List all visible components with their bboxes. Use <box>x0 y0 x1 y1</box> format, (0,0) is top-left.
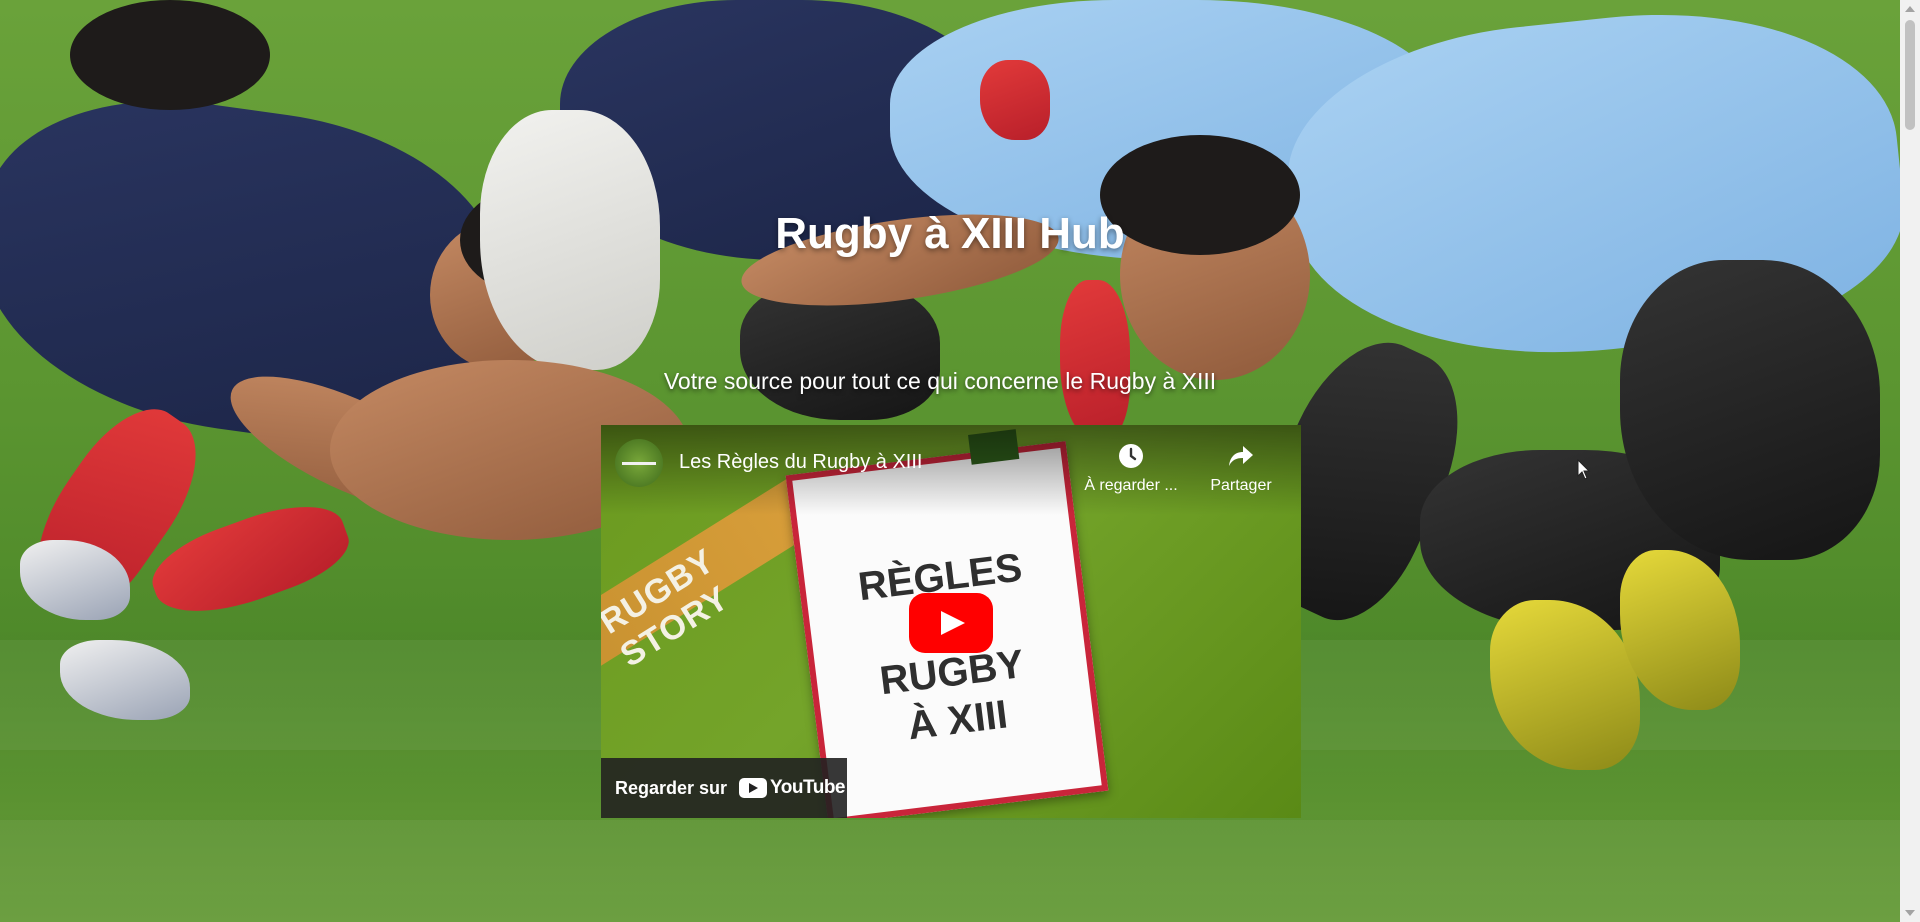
play-icon <box>739 778 768 798</box>
watch-later-button[interactable]: À regarder ... <box>1071 441 1191 495</box>
watch-later-label: À regarder ... <box>1084 477 1178 494</box>
scroll-down-arrow-icon[interactable] <box>1905 910 1915 916</box>
page-subtitle: Votre source pour tout ce qui concerne l… <box>663 368 1217 394</box>
scroll-up-arrow-icon[interactable] <box>1905 6 1915 12</box>
mouse-cursor-icon <box>1577 459 1591 480</box>
channel-avatar[interactable] <box>615 439 663 487</box>
watch-on-youtube-button[interactable]: Regarder sur YouTube <box>601 758 847 818</box>
youtube-video-embed[interactable]: RUGBY STORY RÈGLESDU RUGBYÀ XIII Les Règ… <box>601 425 1301 818</box>
share-arrow-icon <box>1229 446 1253 466</box>
player-red-socks <box>1060 280 1130 440</box>
youtube-logo-word: YouTube <box>770 777 845 798</box>
page-title: Rugby à XIII Hub <box>775 209 1125 259</box>
share-label: Partager <box>1210 477 1272 494</box>
player-leggings <box>1620 260 1880 560</box>
watch-on-label: Regarder sur <box>615 777 728 798</box>
vertical-scrollbar[interactable] <box>1900 0 1920 922</box>
player-hair <box>70 0 270 110</box>
play-button[interactable] <box>909 593 993 653</box>
clock-icon <box>1119 444 1143 468</box>
scrollbar-thumb[interactable] <box>1905 20 1915 130</box>
share-button[interactable]: Partager <box>1196 441 1286 495</box>
youtube-logo-icon: YouTube <box>739 777 845 799</box>
player-glove <box>980 60 1050 140</box>
grass-stripe <box>0 820 1900 922</box>
video-title-link[interactable]: Les Règles du Rugby à XIII <box>679 451 922 474</box>
